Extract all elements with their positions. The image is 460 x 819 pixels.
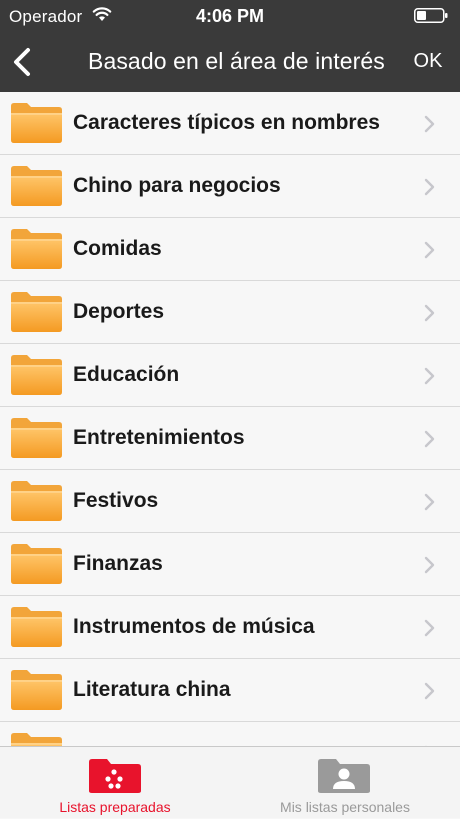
list-item[interactable]: Finanzas [0, 533, 460, 596]
chevron-right-icon [424, 493, 435, 511]
page-title: Basado en el área de interés [88, 48, 385, 74]
list-item[interactable]: Festivos [0, 470, 460, 533]
list-item[interactable]: Comidas [0, 218, 460, 281]
list-item-label: Entretenimientos [73, 426, 245, 449]
folder-icon [11, 103, 62, 143]
back-button[interactable] [6, 42, 46, 82]
folder-icon [11, 607, 62, 647]
chevron-right-icon [424, 367, 435, 385]
list-item[interactable]: Instrumentos de música [0, 596, 460, 659]
list-item-label: Comidas [73, 237, 162, 260]
tab-listas-preparadas[interactable]: Listas preparadas [0, 747, 230, 819]
list-item-label: Educación [73, 363, 180, 386]
chevron-right-icon [424, 178, 435, 196]
list-item-label: Caracteres típicos en nombres [73, 111, 380, 134]
folder-person-icon [318, 759, 370, 793]
folder-icon [11, 355, 62, 395]
tab-label: Mis listas personales [280, 799, 410, 815]
folder-icon [11, 418, 62, 458]
list-item[interactable] [0, 722, 460, 746]
list-item[interactable]: Chino para negocios [0, 155, 460, 218]
battery-icon [414, 8, 448, 23]
list-item-label: Finanzas [73, 552, 163, 575]
tab-label: Listas preparadas [59, 799, 171, 815]
list-item[interactable]: Deportes [0, 281, 460, 344]
list-item[interactable]: Entretenimientos [0, 407, 460, 470]
list-item-label: Instrumentos de música [73, 615, 315, 638]
folder-icon [11, 481, 62, 521]
tab-mis-listas-personales[interactable]: Mis listas personales [230, 747, 460, 819]
chevron-right-icon [424, 241, 435, 259]
status-time: 4:06 PM [195, 6, 265, 26]
status-bar: Operador 4:06 PM [0, 0, 460, 32]
list-item-label: Festivos [73, 489, 159, 512]
chevron-right-icon [424, 115, 435, 133]
navigation-bar: Basado en el área de interés OK [0, 32, 460, 92]
list-item[interactable]: Literatura china [0, 659, 460, 722]
folder-dots-icon [89, 759, 141, 793]
list-item-label: Literatura china [73, 678, 231, 701]
chevron-right-icon [424, 304, 435, 322]
ok-button[interactable]: OK [400, 50, 456, 73]
folder-icon [11, 292, 62, 332]
category-list[interactable]: Caracteres típicos en nombres Chino para … [0, 92, 460, 746]
chevron-right-icon [424, 682, 435, 700]
list-item[interactable]: Caracteres típicos en nombres [0, 92, 460, 155]
folder-icon [11, 733, 62, 746]
list-item[interactable]: Educación [0, 344, 460, 407]
folder-icon [11, 544, 62, 584]
chevron-right-icon [424, 556, 435, 574]
chevron-right-icon [424, 619, 435, 637]
folder-icon [11, 229, 62, 269]
tab-bar: Listas preparadas Mis listas personales [0, 746, 460, 818]
chevron-right-icon [424, 430, 435, 448]
list-item-label: Chino para negocios [73, 174, 281, 197]
top-bar: Operador 4:06 PM Basado en el área de in… [0, 0, 460, 92]
list-item-label: Deportes [73, 300, 165, 323]
chevron-left-icon [14, 48, 30, 76]
folder-icon [11, 670, 62, 710]
folder-icon [11, 166, 62, 206]
